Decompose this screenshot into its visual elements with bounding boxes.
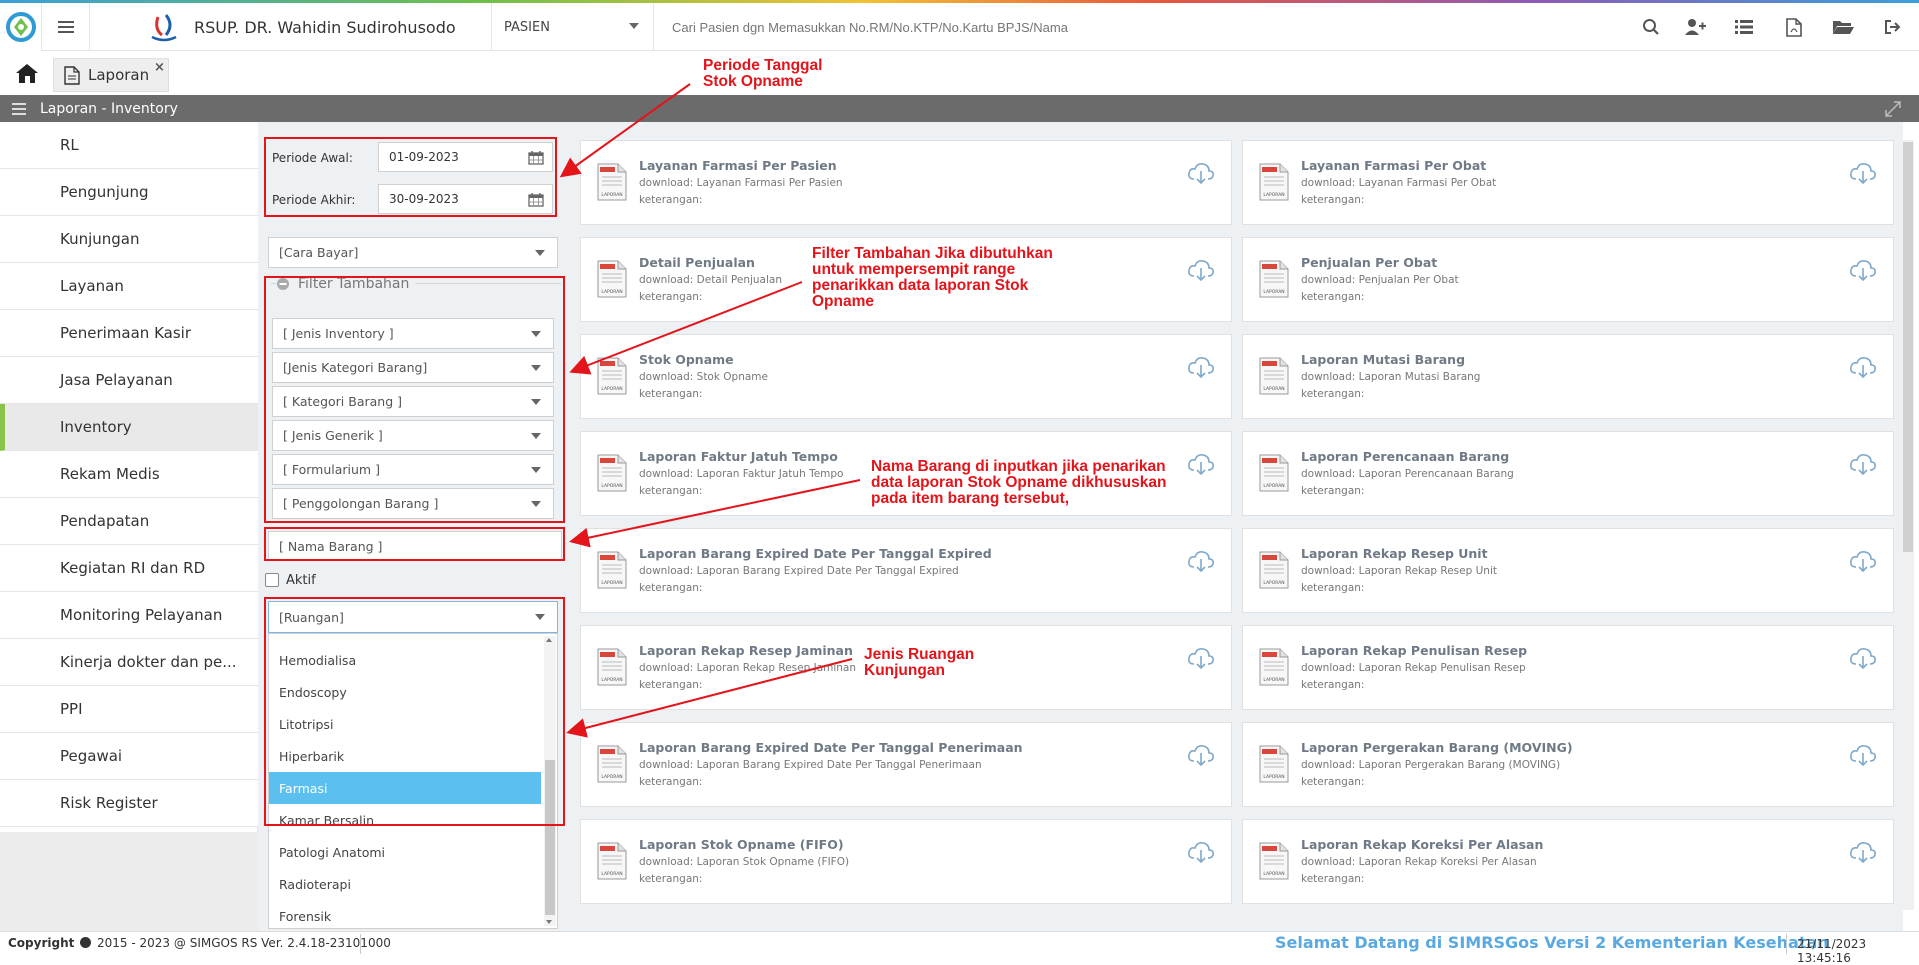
- arrow-nama-barang: [569, 479, 861, 548]
- arrow-ruangan: [566, 658, 853, 738]
- arrow-filter: [569, 281, 803, 375]
- annotation-arrows: [559, 83, 861, 738]
- arrow-periode: [559, 83, 691, 178]
